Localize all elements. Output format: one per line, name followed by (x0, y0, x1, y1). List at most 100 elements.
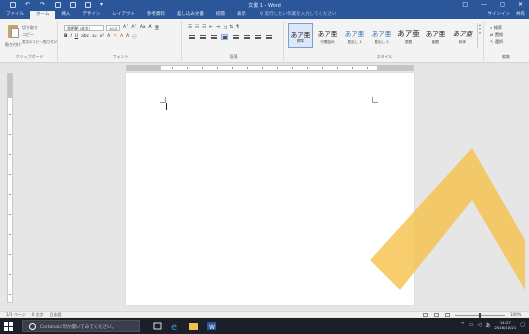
align-left-icon[interactable] (188, 34, 195, 40)
notifications-icon[interactable]: ▢ (520, 322, 525, 328)
asian-layout-icon[interactable]: ⤨ (223, 25, 227, 31)
volume-icon[interactable]: ◁ (478, 322, 482, 328)
select-label: 選択 (494, 39, 504, 44)
cut-button[interactable]: 切り取り (22, 25, 38, 31)
ruler-tick (9, 254, 11, 255)
justify-icon[interactable] (221, 34, 228, 40)
ribbon-display-options-button[interactable]: □ (462, 1, 468, 8)
tab-references[interactable]: 参考資料 (141, 11, 171, 19)
crop-mark-top-right (372, 97, 378, 103)
align-center-icon[interactable] (199, 34, 206, 40)
decrease-indent-icon[interactable]: ⇤ (209, 25, 213, 31)
style-heading-1[interactable]: あア亜 見出し 1 (342, 23, 367, 48)
align-right-icon[interactable] (210, 34, 217, 40)
print-layout-icon[interactable] (434, 312, 439, 317)
word-app-icon[interactable]: W (206, 321, 217, 331)
font-name-input[interactable]: 游明朝 (本文) (64, 25, 104, 31)
tray-expand-icon[interactable]: ^ (461, 322, 465, 328)
zoom-slider[interactable] (455, 312, 505, 318)
find-button[interactable]: ⌕ 検索 (490, 25, 502, 31)
text-effects-icon[interactable]: A (107, 34, 110, 40)
horizontal-ruler[interactable] (126, 65, 414, 71)
numbering-icon[interactable]: ☷ (195, 25, 199, 31)
web-layout-icon[interactable] (445, 312, 450, 317)
cortana-search-box[interactable]: Cortanaに何か聞いてみてください。 (22, 320, 140, 332)
style-heading-2[interactable]: あア亜 見出し 2 (369, 23, 394, 48)
style-emphasis[interactable]: あア亜 斜体 (450, 23, 475, 48)
ribbon-tabs: ファイル ホーム 挿入 デザイン レイアウト 参考資料 差し込み文書 校閲 表示… (0, 10, 529, 19)
sign-in-link[interactable]: サインイン (488, 11, 511, 17)
styles-gallery-scroll[interactable]: ▴ ▾ ▾ (477, 23, 482, 48)
line-spacing-icon[interactable] (243, 34, 250, 40)
tab-design[interactable]: デザイン (76, 11, 106, 19)
style-title[interactable]: あア亜 表題 (396, 23, 421, 48)
increase-indent-icon[interactable]: ⇥ (216, 25, 220, 31)
replace-label: 置換 (494, 32, 504, 37)
minimize-button[interactable]: — (481, 1, 487, 8)
tab-layout[interactable]: レイアウト (106, 11, 141, 19)
multilevel-list-icon[interactable]: ☶ (202, 25, 206, 31)
distributed-icon[interactable] (232, 34, 239, 40)
read-mode-icon[interactable] (423, 312, 428, 317)
task-view-icon[interactable] (152, 321, 163, 331)
share-button[interactable]: 共有 (516, 11, 525, 17)
superscript-icon[interactable]: x² (100, 34, 104, 40)
style-sample: あア亜 (344, 30, 365, 38)
underline-icon[interactable]: U (75, 34, 78, 40)
font-group-label: フォント (112, 54, 129, 59)
tab-file[interactable]: ファイル (0, 11, 30, 19)
style-subtitle[interactable]: あア亜 副題 (423, 23, 448, 48)
style-sample: あア亜 (371, 30, 392, 38)
ruler-tick (9, 234, 11, 235)
tell-me-search[interactable]: ♀ 実行したい作業を入力してください (260, 11, 336, 19)
tab-view[interactable]: 表示 (231, 11, 252, 19)
grow-font-icon[interactable]: A˄ (123, 25, 128, 31)
clock[interactable]: 14:27 2016/10/21 (494, 320, 516, 330)
paste-button[interactable] (6, 25, 20, 41)
ruler-tick (307, 67, 308, 69)
system-tray: ^ ▭ ◁ あ 14:27 2016/10/21 ▢ (461, 320, 525, 330)
edge-browser-icon[interactable]: e (170, 321, 181, 331)
tab-insert[interactable]: 挿入 (55, 11, 76, 19)
font-size-input[interactable]: 10.5 (106, 25, 120, 31)
copy-button[interactable]: コピー (22, 32, 34, 38)
shading-icon[interactable] (254, 34, 261, 40)
subscript-icon[interactable]: x₂ (92, 34, 96, 40)
alignment-tools (188, 34, 272, 40)
maximize-button[interactable]: ◻ (500, 1, 505, 8)
character-shading-icon[interactable]: A (126, 34, 129, 40)
show-marks-icon[interactable]: ¶ (236, 25, 239, 31)
document-page[interactable] (126, 73, 414, 305)
change-case-icon[interactable]: Aa (140, 25, 146, 31)
taskbar: Cortanaに何か聞いてみてください。 e W ^ ▭ ◁ あ 14:27 2… (0, 318, 529, 334)
style-normal[interactable]: あア亜 標準 (288, 23, 313, 48)
strikethrough-icon[interactable]: abc (81, 34, 89, 40)
bullets-icon[interactable]: ☰ (188, 25, 192, 31)
close-button[interactable]: ✕ (518, 1, 523, 8)
ruby-icon[interactable]: 亜 (155, 25, 160, 31)
style-no-spacing[interactable]: あア亜 行間詰め (315, 23, 340, 48)
sort-icon[interactable]: ⇅ (229, 25, 233, 31)
file-explorer-icon[interactable] (188, 321, 199, 331)
tab-review[interactable]: 校閲 (210, 11, 231, 19)
tab-home[interactable]: ホーム (30, 11, 56, 19)
highlight-icon[interactable]: ✎ (113, 34, 117, 40)
zoom-thumb[interactable] (479, 312, 481, 318)
select-button[interactable]: ↖ 選択 (490, 39, 503, 45)
font-color-icon[interactable]: A (120, 34, 123, 40)
bold-icon[interactable]: B (64, 34, 67, 40)
network-icon[interactable]: ▭ (469, 322, 474, 328)
vertical-ruler[interactable] (7, 73, 13, 303)
windows-start-icon[interactable] (4, 322, 13, 331)
replace-button[interactable]: ⇄ 置換 (490, 32, 503, 38)
styles-group-label: スタイル (376, 54, 393, 59)
tab-mailings[interactable]: 差し込み文書 (171, 11, 210, 19)
enclose-characters-icon[interactable]: ㊀ (132, 34, 137, 40)
ime-indicator[interactable]: あ (485, 322, 490, 329)
list-tools: ☰ ☷ ☶ ⇤ ⇥ ⤨ ⇅ ¶ (188, 25, 239, 31)
shrink-font-icon[interactable]: A˅ (131, 25, 136, 31)
format-painter-button[interactable]: 書式のコピー/貼り付け (22, 39, 57, 44)
clear-formatting-icon[interactable]: A̸ (149, 25, 152, 31)
italic-icon[interactable]: I (70, 34, 71, 40)
borders-icon[interactable] (265, 34, 272, 40)
